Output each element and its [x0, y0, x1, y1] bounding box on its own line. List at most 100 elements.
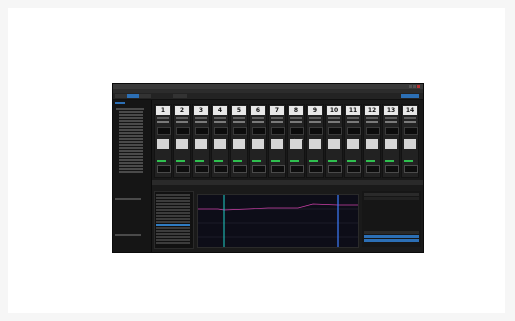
fader-cap[interactable]	[252, 139, 264, 149]
channel-strip[interactable]: 10	[325, 104, 343, 178]
toolbar-item[interactable]	[139, 94, 151, 98]
fader-cap[interactable]	[157, 139, 169, 149]
toolbar-item[interactable]	[115, 94, 127, 98]
channel-strip[interactable]: 8	[287, 104, 305, 178]
channel-strip[interactable]: 6	[249, 104, 267, 178]
sidebar-item[interactable]	[119, 135, 143, 137]
list-item[interactable]	[156, 203, 190, 205]
pan-knob[interactable]	[271, 127, 285, 135]
sidebar-item[interactable]	[119, 138, 143, 140]
list-item[interactable]	[156, 194, 190, 196]
channel-strip[interactable]: 13	[382, 104, 400, 178]
channel-strip[interactable]: 5	[230, 104, 248, 178]
channel-fader[interactable]	[252, 165, 266, 173]
list-item[interactable]	[156, 206, 190, 208]
envelope-graph[interactable]	[197, 194, 359, 248]
sidebar-item[interactable]	[115, 234, 141, 236]
list-item[interactable]	[156, 212, 190, 214]
list-item[interactable]	[156, 221, 190, 223]
channel-fader[interactable]	[404, 165, 418, 173]
channel-fader[interactable]	[214, 165, 228, 173]
channel-fader[interactable]	[366, 165, 380, 173]
panel-row-selected[interactable]	[364, 235, 419, 238]
pan-knob[interactable]	[347, 127, 361, 135]
list-item[interactable]	[156, 215, 190, 217]
channel-fader[interactable]	[157, 165, 171, 173]
channel-fader[interactable]	[271, 165, 285, 173]
sidebar-item[interactable]	[119, 114, 143, 116]
channel-strip[interactable]: 9	[306, 104, 324, 178]
list-item[interactable]	[156, 236, 190, 238]
list-item[interactable]	[156, 209, 190, 211]
channel-fader[interactable]	[195, 165, 209, 173]
pan-knob[interactable]	[195, 127, 209, 135]
sidebar-item[interactable]	[119, 132, 143, 134]
list-item[interactable]	[156, 239, 190, 241]
sidebar-item[interactable]	[119, 111, 143, 113]
channel-fader[interactable]	[309, 165, 323, 173]
pan-knob[interactable]	[385, 127, 399, 135]
channel-fader[interactable]	[176, 165, 190, 173]
fader-cap[interactable]	[290, 139, 302, 149]
channel-strip[interactable]: 12	[363, 104, 381, 178]
pan-knob[interactable]	[404, 127, 418, 135]
list-item[interactable]	[156, 227, 190, 229]
channel-strip[interactable]: 7	[268, 104, 286, 178]
sidebar-item[interactable]	[119, 126, 143, 128]
fader-cap[interactable]	[347, 139, 359, 149]
channel-strip[interactable]: 3	[192, 104, 210, 178]
pan-knob[interactable]	[366, 127, 380, 135]
list-item[interactable]	[156, 218, 190, 220]
panel-row-selected[interactable]	[364, 239, 419, 242]
pan-knob[interactable]	[176, 127, 190, 135]
sidebar-item[interactable]	[119, 162, 143, 164]
sidebar-item[interactable]	[115, 198, 141, 200]
sidebar-item[interactable]	[119, 150, 143, 152]
channel-strip[interactable]: 2	[173, 104, 191, 178]
channel-fader[interactable]	[347, 165, 361, 173]
fader-cap[interactable]	[404, 139, 416, 149]
list-item-selected[interactable]	[156, 224, 190, 226]
minimize-icon[interactable]	[409, 85, 412, 88]
list-item[interactable]	[156, 233, 190, 235]
pan-knob[interactable]	[252, 127, 266, 135]
channel-fader[interactable]	[328, 165, 342, 173]
toolbar-item[interactable]	[173, 94, 187, 98]
pan-knob[interactable]	[157, 127, 171, 135]
channel-fader[interactable]	[233, 165, 247, 173]
list-item[interactable]	[156, 197, 190, 199]
fader-cap[interactable]	[195, 139, 207, 149]
list-item[interactable]	[156, 230, 190, 232]
sidebar-item[interactable]	[119, 171, 143, 173]
maximize-icon[interactable]	[413, 85, 416, 88]
sidebar-item[interactable]	[119, 165, 143, 167]
sidebar-item[interactable]	[119, 168, 143, 170]
fader-cap[interactable]	[176, 139, 188, 149]
sidebar-item[interactable]	[119, 153, 143, 155]
pan-knob[interactable]	[309, 127, 323, 135]
channel-strip[interactable]: 11	[344, 104, 362, 178]
fader-cap[interactable]	[309, 139, 321, 149]
toolbar-item-active[interactable]	[127, 94, 139, 98]
list-item[interactable]	[156, 242, 190, 244]
sidebar-item[interactable]	[119, 120, 143, 122]
fader-cap[interactable]	[328, 139, 340, 149]
pan-knob[interactable]	[214, 127, 228, 135]
sidebar-item[interactable]	[119, 117, 143, 119]
sidebar-item[interactable]	[119, 147, 143, 149]
channel-strip[interactable]: 1	[154, 104, 172, 178]
sidebar-item[interactable]	[119, 144, 143, 146]
pan-knob[interactable]	[233, 127, 247, 135]
fader-cap[interactable]	[233, 139, 245, 149]
channel-fader[interactable]	[385, 165, 399, 173]
channel-strip[interactable]: 4	[211, 104, 229, 178]
sidebar-item[interactable]	[119, 123, 143, 125]
sidebar-item[interactable]	[119, 141, 143, 143]
sidebar-item[interactable]	[119, 129, 143, 131]
list-item[interactable]	[156, 200, 190, 202]
sidebar-item[interactable]	[119, 156, 143, 158]
close-icon[interactable]	[417, 85, 420, 88]
pan-knob[interactable]	[290, 127, 304, 142]
channel-strip[interactable]: 14	[401, 104, 419, 178]
fader-cap[interactable]	[271, 139, 283, 149]
